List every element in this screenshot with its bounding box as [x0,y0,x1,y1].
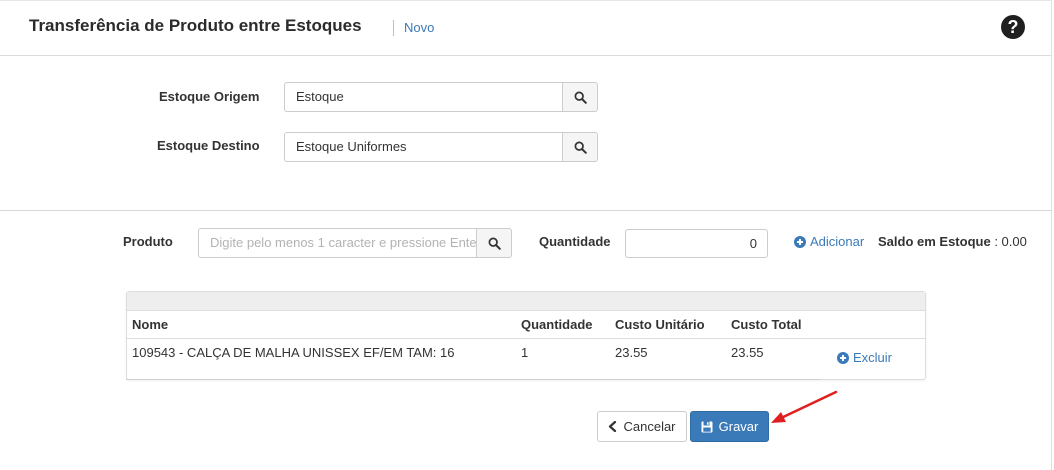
quantidade-label: Quantidade [539,234,611,249]
excluir-label: Excluir [853,350,893,365]
produto-label: Produto [123,234,173,249]
estoque-destino-input[interactable]: Estoque Uniformes [284,132,562,162]
plus-circle-icon [837,351,849,364]
estoque-destino-search-button[interactable] [562,132,598,162]
table-bottom-line [126,379,820,380]
adicionar-label: Adicionar [810,234,865,249]
estoque-origem-input[interactable]: Estoque [284,82,562,112]
column-header-custo-total: Custo Total [731,317,802,332]
estoque-origem-group: Estoque [284,82,598,112]
annotation-arrow-icon [771,390,838,423]
header-divider [393,20,394,36]
produto-group: Digite pelo menos 1 caracter e pressione… [198,228,512,258]
saldo-estoque: Saldo em Estoque : 0.00 [878,234,1027,249]
plus-circle-icon [794,235,806,248]
cancel-label: Cancelar [623,419,676,434]
produto-search-button[interactable] [476,228,512,258]
estoque-origem-search-button[interactable] [562,82,598,112]
table-toolbar [127,292,925,311]
save-button[interactable]: Gravar [690,411,769,442]
chevron-left-icon [609,421,617,432]
estoque-origem-label: Estoque Origem [159,89,260,104]
items-table: Nome Quantidade Custo Unitário Custo Tot… [126,291,926,380]
save-label: Gravar [718,419,759,434]
adicionar-link[interactable]: Adicionar [794,234,864,249]
produto-search-input[interactable]: Digite pelo menos 1 caracter e pressione… [198,228,476,258]
estoque-section: Estoque Origem Estoque Estoque Destino E… [0,57,1052,211]
cell-custo-total: 23.55 [731,345,764,360]
search-icon [488,237,501,250]
column-header-custo-unitario: Custo Unitário [615,317,705,332]
header-divider [127,338,925,339]
cell-nome: 109543 - CALÇA DE MALHA UNISSEX EF/EM TA… [132,345,455,360]
page-header: Transferência de Produto entre Estoques … [0,0,1052,56]
saldo-label: Saldo em Estoque [878,234,991,249]
cell-quantidade: 1 [521,345,529,360]
quantidade-input[interactable]: 0 [625,229,768,258]
estoque-destino-label: Estoque Destino [157,138,260,153]
question-circle-icon[interactable]: ? [1001,15,1025,39]
search-icon [574,141,587,154]
column-header-quantidade: Quantidade [521,317,593,332]
cell-custo-unitario: 23.55 [615,345,648,360]
column-header-nome: Nome [132,317,169,332]
header-mode-label: Novo [404,20,435,35]
estoque-destino-group: Estoque Uniformes [284,132,598,162]
cancel-button[interactable]: Cancelar [597,411,687,442]
page-title: Transferência de Produto entre Estoques [29,16,362,35]
floppy-disk-icon [701,421,713,432]
saldo-value: : 0.00 [994,234,1027,249]
page: Transferência de Produto entre Estoques … [0,0,1052,470]
search-icon [574,91,587,104]
excluir-link[interactable]: Excluir [837,350,892,365]
